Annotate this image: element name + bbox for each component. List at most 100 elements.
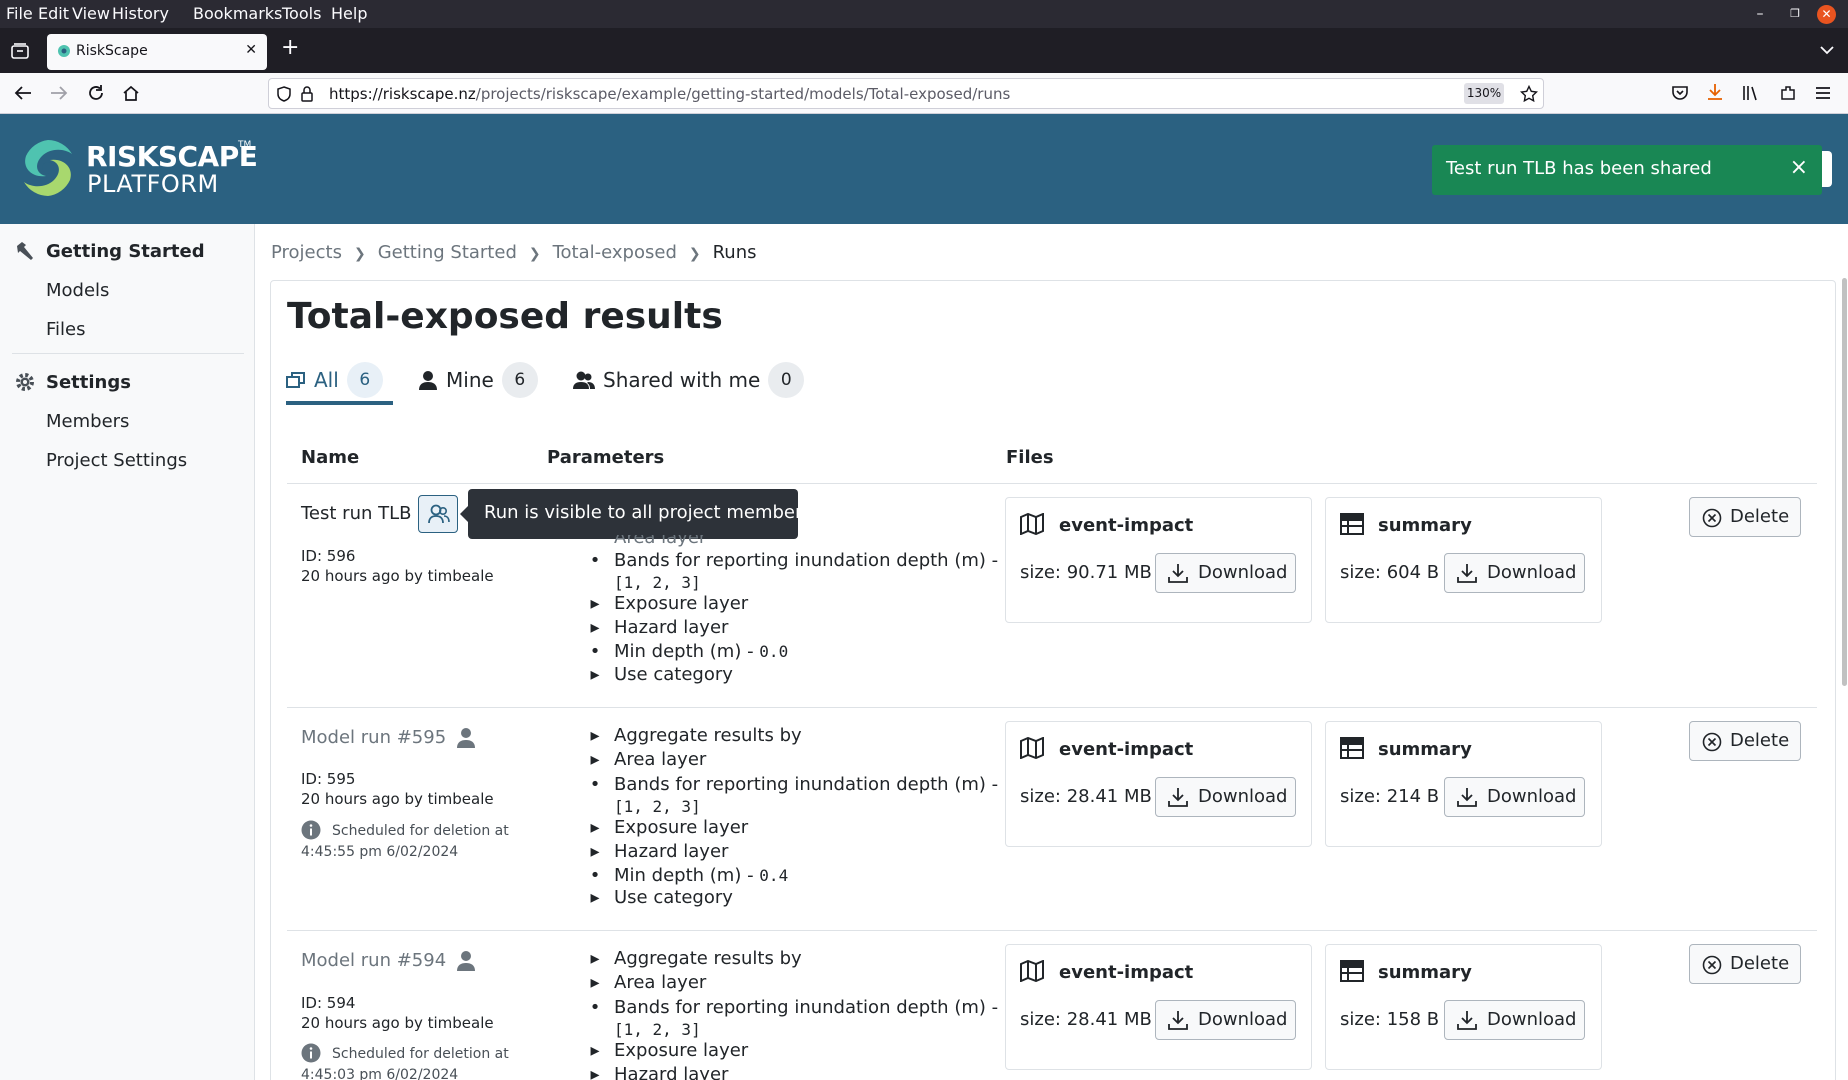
riskscape-logo[interactable]: RISKSCAPE TM PLATFORM	[16, 136, 258, 206]
back-icon[interactable]	[14, 85, 32, 101]
download-button[interactable]: Download	[1155, 553, 1296, 593]
file-name: summary	[1378, 515, 1472, 536]
run-id: ID: 595	[301, 770, 356, 788]
row-divider	[287, 930, 1817, 931]
menu-file[interactable]: File	[6, 4, 33, 23]
active-tab-indicator	[286, 401, 393, 405]
param-hazard-layer[interactable]: ▸ Hazard layer	[590, 1064, 728, 1080]
menu-tools[interactable]: Tools	[282, 4, 321, 23]
library-icon[interactable]	[1742, 84, 1760, 102]
delete-button[interactable]: Delete	[1689, 944, 1801, 984]
gear-icon	[16, 373, 34, 391]
share-toggle-button[interactable]	[418, 495, 458, 533]
menu-help[interactable]: Help	[331, 4, 367, 23]
menu-bookmarks[interactable]: Bookmarks	[193, 4, 282, 23]
sidebar-item-members[interactable]: Members	[46, 411, 129, 432]
restore-icon[interactable]: ❐	[1787, 6, 1803, 22]
circle-x-icon	[1702, 955, 1722, 975]
delete-button[interactable]: Delete	[1689, 721, 1801, 761]
param-exposure-layer[interactable]: ▸ Exposure layer	[590, 593, 748, 615]
tab-close-icon[interactable]: ✕	[245, 42, 257, 58]
download-button[interactable]: Download	[1444, 1000, 1585, 1040]
caret-right-icon: ▸	[590, 1040, 600, 1061]
home-icon[interactable]	[122, 84, 140, 102]
tab-title: RiskScape	[76, 43, 148, 59]
browser-tab[interactable]: RiskScape ✕	[47, 34, 267, 70]
param-bands-value: [1, 2, 3]	[614, 1020, 701, 1039]
download-icon	[1168, 1011, 1188, 1030]
bookmark-star-icon[interactable]	[1520, 85, 1538, 103]
app-menu-icon[interactable]	[1815, 86, 1831, 100]
param-use-category[interactable]: ▸ Use category	[590, 887, 732, 909]
param-exposure-layer[interactable]: ▸ Exposure layer	[590, 1040, 748, 1062]
param-min-depth-value: 0.4	[759, 866, 789, 885]
delete-button[interactable]: Delete	[1689, 497, 1801, 537]
sidebar-item-project-settings[interactable]: Project Settings	[46, 450, 187, 471]
sidebar-item-models[interactable]: Models	[46, 280, 109, 301]
sidebar-item-files[interactable]: Files	[46, 319, 86, 340]
new-tab-icon[interactable]: +	[281, 35, 299, 60]
param-use-category[interactable]: ▸ Use category	[590, 664, 732, 686]
param-area-layer[interactable]: ▸Area layer	[590, 749, 706, 771]
tab-all[interactable]: All 6	[286, 362, 383, 402]
url-text[interactable]: https://riskscape.nz/projects/riskscape/…	[329, 85, 1010, 103]
users-icon	[573, 371, 595, 389]
param-aggregate-results-by[interactable]: ▸ Aggregate results by	[590, 725, 801, 747]
map-icon	[1020, 960, 1044, 982]
tab-shared-with-me[interactable]: Shared with me 0	[573, 362, 805, 402]
tab-shared-count: 0	[768, 362, 805, 398]
param-area-layer[interactable]: ▸Area layer	[590, 972, 706, 994]
download-button[interactable]: Download	[1444, 553, 1585, 593]
breadcrumb-projects[interactable]: Projects	[271, 242, 342, 263]
reload-icon[interactable]	[87, 84, 105, 102]
info-icon	[301, 820, 321, 840]
toast-close-icon[interactable]: ×	[1790, 155, 1808, 180]
forward-icon[interactable]	[50, 85, 68, 101]
param-aggregate-results-by[interactable]: ▸ Aggregate results by	[590, 948, 801, 970]
download-button[interactable]: Download	[1444, 777, 1585, 817]
downloads-icon[interactable]	[1707, 83, 1723, 101]
extensions-icon[interactable]	[1779, 84, 1797, 102]
breadcrumb-getting-started[interactable]: Getting Started	[378, 242, 517, 263]
run-name[interactable]: Test run TLB	[301, 503, 411, 524]
map-icon	[1020, 513, 1044, 535]
pocket-icon[interactable]	[1671, 85, 1689, 101]
lock-icon[interactable]	[301, 86, 313, 102]
tab-overview-icon[interactable]	[11, 43, 29, 59]
bullet-icon: •	[589, 774, 601, 795]
caret-right-icon: ▸	[590, 749, 600, 770]
file-card-summary: summary size: 158 B Download	[1325, 944, 1602, 1070]
run-name[interactable]: Model run #594	[301, 950, 446, 971]
param-hazard-layer[interactable]: ▸ Hazard layer	[590, 841, 728, 863]
page-title: Total-exposed results	[287, 296, 723, 337]
menu-view[interactable]: View	[72, 4, 110, 23]
row-divider	[287, 483, 1817, 484]
param-hazard-layer[interactable]: ▸ Hazard layer	[590, 617, 728, 639]
caret-right-icon: ▸	[590, 817, 600, 838]
menu-history[interactable]: History	[112, 4, 169, 23]
riskscape-logo-icon	[24, 140, 72, 196]
param-bands: • Bands for reporting inundation depth (m…	[589, 774, 999, 816]
sidebar-section-settings[interactable]: Settings	[46, 372, 131, 393]
address-bar[interactable]: https://riskscape.nz/projects/riskscape/…	[268, 78, 1544, 109]
menu-edit[interactable]: Edit	[38, 4, 69, 23]
breadcrumb-total-exposed[interactable]: Total-exposed	[553, 242, 677, 263]
column-header-files: Files	[1006, 447, 1054, 468]
shield-icon[interactable]	[277, 86, 291, 102]
download-button[interactable]: Download	[1155, 777, 1296, 817]
menu-bar: File Edit View History Bookmarks Tools H…	[0, 0, 1848, 28]
run-name[interactable]: Model run #595	[301, 727, 446, 748]
window-close-icon[interactable]: ✕	[1817, 5, 1836, 24]
user-icon	[419, 371, 437, 390]
minimize-icon[interactable]: –	[1752, 6, 1768, 22]
page-scrollbar[interactable]	[1842, 278, 1847, 686]
tab-mine[interactable]: Mine 6	[418, 362, 538, 402]
run-timestamp: 20 hours ago by timbeale	[301, 1014, 494, 1032]
riskscape-favicon-icon	[58, 45, 70, 57]
param-exposure-layer[interactable]: ▸ Exposure layer	[590, 817, 748, 839]
toast-message: Test run TLB has been shared	[1446, 158, 1712, 179]
zoom-level[interactable]: 130%	[1464, 83, 1504, 104]
sidebar-section-getting-started[interactable]: Getting Started	[46, 241, 205, 262]
list-tabs-icon[interactable]	[1820, 45, 1834, 55]
download-button[interactable]: Download	[1155, 1000, 1296, 1040]
